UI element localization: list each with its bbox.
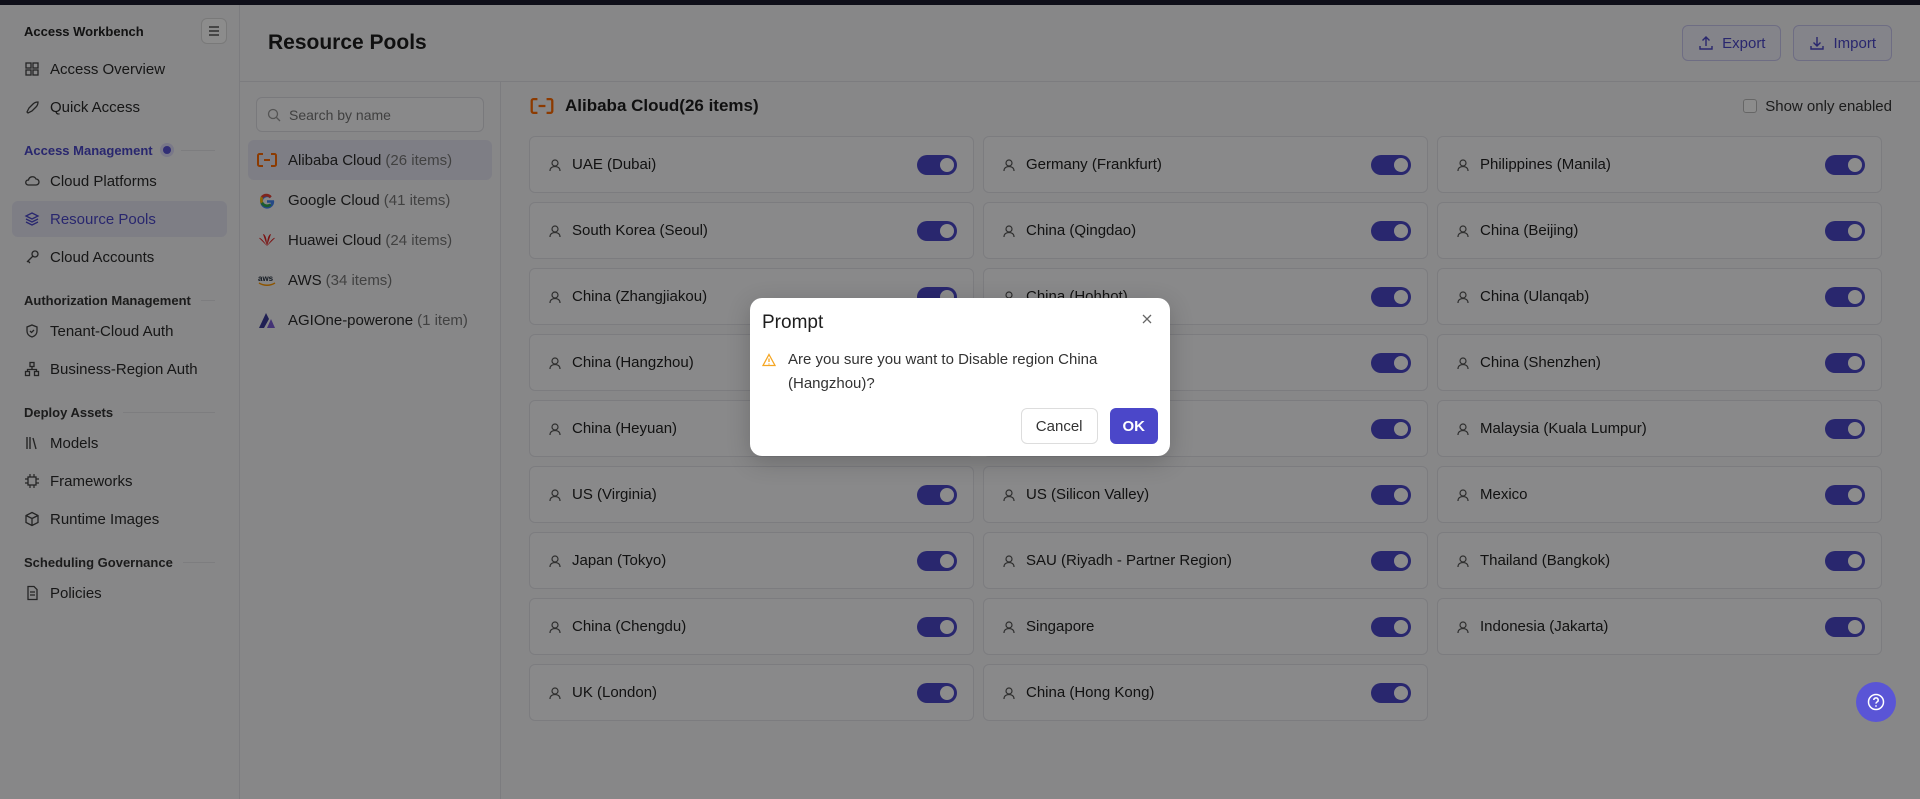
help-icon [1867, 693, 1885, 711]
ok-button[interactable]: OK [1109, 408, 1158, 444]
close-button[interactable] [1138, 310, 1156, 328]
dialog-title: Prompt [762, 312, 824, 333]
cancel-button[interactable]: Cancel [1020, 408, 1098, 444]
dialog-actions: Cancel OK [1020, 408, 1158, 444]
warning-icon [762, 353, 776, 367]
confirm-dialog: Prompt Are you sure you want to Disable … [750, 298, 1170, 456]
dialog-message: Are you sure you want to Disable region … [788, 351, 1098, 392]
close-icon [1142, 314, 1152, 324]
dialog-body: Are you sure you want to Disable region … [762, 348, 1158, 396]
help-button[interactable] [1856, 682, 1896, 722]
